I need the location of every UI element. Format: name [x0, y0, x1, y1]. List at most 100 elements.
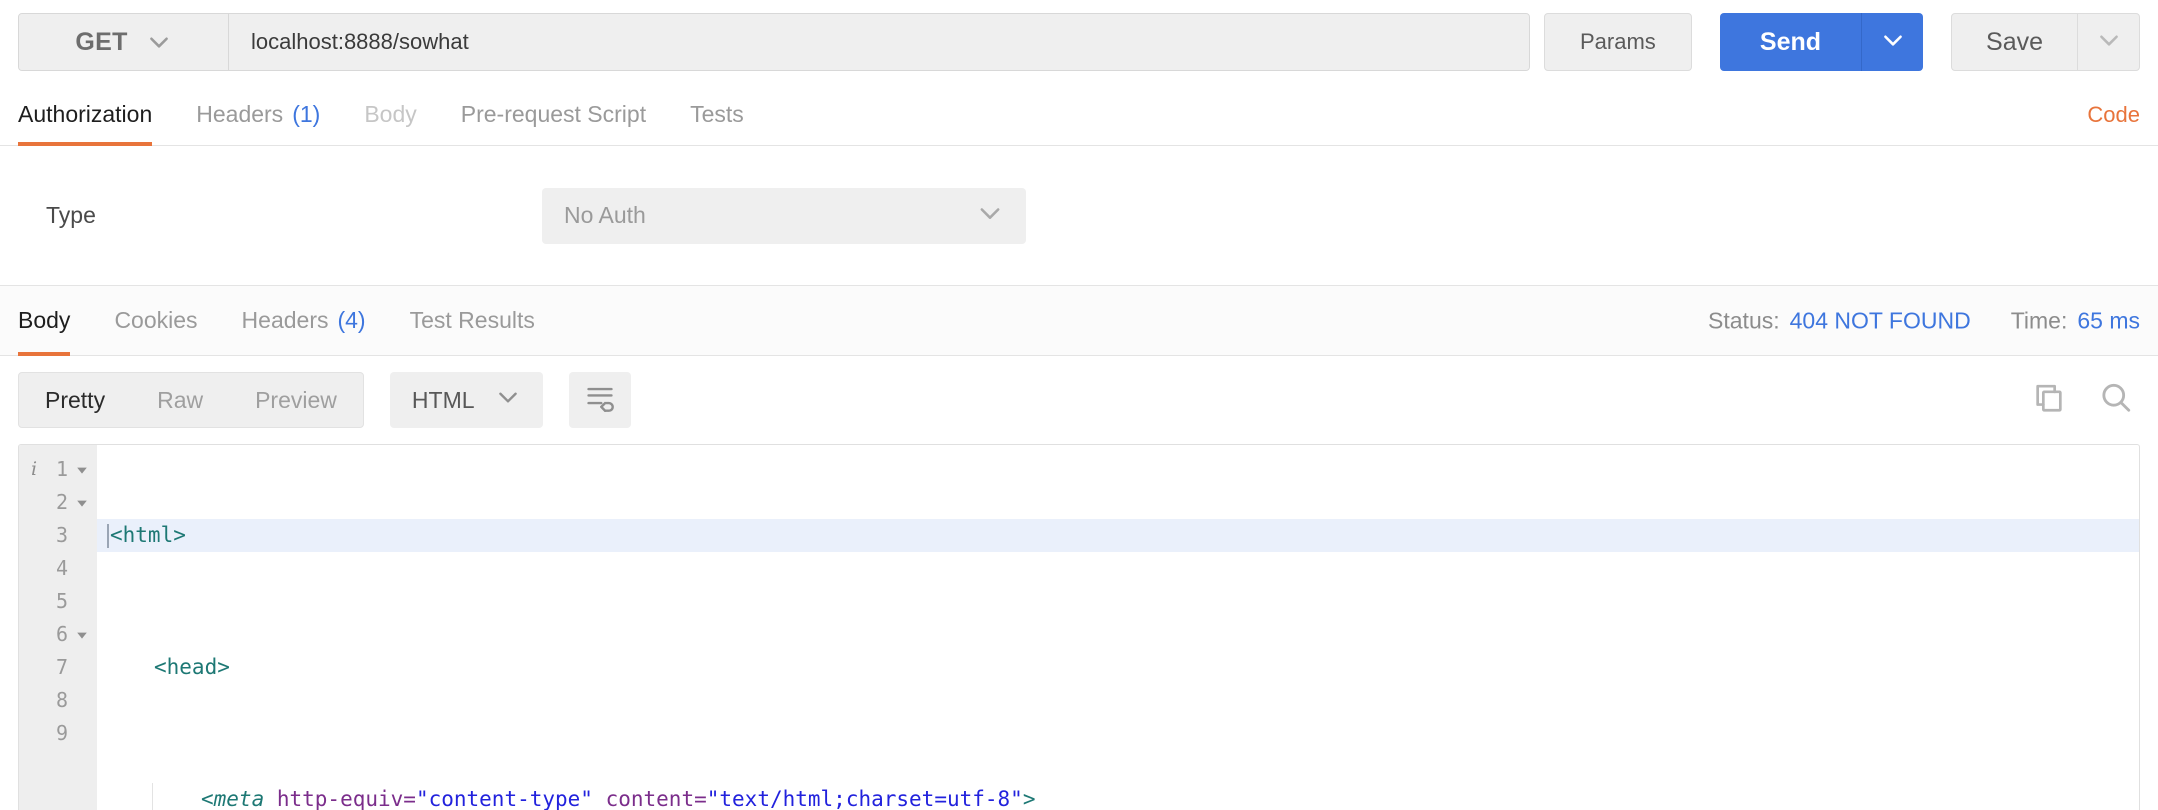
line-number: 5 [56, 585, 68, 618]
line-number: 7 [56, 651, 68, 684]
code-line[interactable]: <head> [97, 651, 2139, 684]
save-options-dropdown[interactable] [2077, 14, 2139, 70]
gutter-line: 3 [19, 519, 97, 552]
info-marker-icon[interactable]: i [19, 453, 37, 486]
gutter-line: 9 [19, 717, 97, 750]
view-mode-pretty[interactable]: Pretty [19, 373, 131, 427]
search-response-button[interactable] [2098, 380, 2134, 421]
status-label: Status: [1708, 307, 1780, 333]
search-icon [2098, 380, 2134, 421]
method-and-url-group: GET localhost:8888/sowhat [18, 13, 1530, 71]
request-url-input[interactable]: localhost:8888/sowhat [229, 14, 1529, 70]
tab-tests-label: Tests [690, 101, 744, 128]
view-mode-raw[interactable]: Raw [131, 373, 229, 427]
time-badge: Time: 65 ms [2011, 307, 2140, 334]
fold-toggle-icon[interactable] [75, 497, 89, 509]
line-number: 6 [56, 618, 68, 651]
response-meta: Status: 404 NOT FOUND Time: 65 ms [1708, 307, 2140, 334]
view-mode-segmented-control: Pretty Raw Preview [18, 372, 364, 428]
gutter-line: i 1 [19, 453, 97, 486]
code-token-tag: <meta [201, 783, 264, 810]
editor-gutter: i 1 2 3 4 5 6 [19, 445, 97, 810]
tab-authorization-label: Authorization [18, 101, 152, 128]
gutter-line: 2 [19, 486, 97, 519]
send-button[interactable]: Send [1720, 13, 1861, 71]
line-number: 3 [56, 519, 68, 552]
word-wrap-toggle[interactable] [569, 372, 631, 428]
tab-headers-request[interactable]: Headers (1) [174, 84, 342, 145]
chevron-down-icon [495, 384, 521, 416]
editor-code-area[interactable]: <html> <head> <meta http-equiv="content-… [97, 445, 2139, 810]
gutter-line: 5 [19, 585, 97, 618]
tab-headers-request-count: (1) [292, 101, 320, 128]
tab-pre-request-script-label: Pre-request Script [461, 101, 646, 128]
tab-headers-response-count: (4) [337, 307, 365, 334]
code-line[interactable]: <meta http-equiv="content-type" content=… [97, 783, 2139, 810]
gutter-line: 4 [19, 552, 97, 585]
code-token-tag: <html> [110, 519, 186, 552]
response-language-label: HTML [412, 387, 475, 414]
tab-body-response[interactable]: Body [18, 286, 92, 355]
chevron-down-icon [1880, 27, 1906, 58]
line-number: 4 [56, 552, 68, 585]
auth-type-value: No Auth [564, 202, 646, 229]
auth-type-label: Type [18, 202, 542, 229]
auth-type-dropdown[interactable]: No Auth [542, 188, 1026, 244]
authorization-panel: Type No Auth [0, 146, 2158, 286]
chevron-down-icon [976, 199, 1004, 233]
time-value: 65 ms [2077, 307, 2140, 333]
code-link[interactable]: Code [2087, 102, 2140, 128]
request-url-bar: GET localhost:8888/sowhat Params Send Sa… [0, 0, 2158, 84]
tab-test-results[interactable]: Test Results [388, 286, 557, 355]
copy-response-button[interactable] [2032, 381, 2066, 420]
line-number: 2 [56, 486, 68, 519]
status-badge: Status: 404 NOT FOUND [1708, 307, 1971, 334]
copy-icon [2032, 381, 2066, 420]
http-method-label: GET [75, 28, 127, 57]
tab-body-request-label: Body [364, 101, 416, 128]
tab-body-response-label: Body [18, 307, 70, 334]
tab-test-results-label: Test Results [410, 307, 535, 334]
response-body-editor[interactable]: i 1 2 3 4 5 6 [18, 444, 2140, 810]
line-number: 9 [56, 717, 68, 750]
code-token-tag: > [1023, 783, 1036, 810]
chevron-down-icon [146, 29, 172, 55]
code-token-value: "text/html;charset=utf-8" [707, 783, 1023, 810]
tab-headers-response-label: Headers [242, 307, 329, 334]
tab-headers-response[interactable]: Headers (4) [220, 286, 388, 355]
response-actions [2032, 380, 2134, 421]
tab-tests[interactable]: Tests [668, 84, 766, 145]
time-label: Time: [2011, 307, 2068, 333]
chevron-down-icon [2096, 27, 2122, 58]
postman-request-response-view: GET localhost:8888/sowhat Params Send Sa… [0, 0, 2158, 810]
gutter-line: 6 [19, 618, 97, 651]
response-language-dropdown[interactable]: HTML [390, 372, 543, 428]
text-cursor [107, 524, 109, 548]
params-button[interactable]: Params [1544, 13, 1692, 71]
response-tabs: Body Cookies Headers (4) Test Results St… [0, 286, 2158, 356]
send-button-group: Send [1720, 13, 1923, 71]
tab-cookies-label: Cookies [114, 307, 197, 334]
word-wrap-icon [584, 384, 616, 417]
send-options-dropdown[interactable] [1861, 13, 1923, 71]
save-button[interactable]: Save [1952, 14, 2077, 70]
http-method-dropdown[interactable]: GET [19, 14, 229, 70]
response-view-toolbar: Pretty Raw Preview HTML [0, 356, 2158, 444]
line-number: 8 [56, 684, 68, 717]
code-line[interactable]: <html> [97, 519, 2139, 552]
status-value: 404 NOT FOUND [1790, 307, 1971, 333]
tab-pre-request-script[interactable]: Pre-request Script [439, 84, 668, 145]
tab-body-request[interactable]: Body [342, 84, 438, 145]
tab-authorization[interactable]: Authorization [18, 84, 174, 145]
save-button-group: Save [1951, 13, 2140, 71]
fold-toggle-icon[interactable] [75, 464, 89, 476]
request-tabs-list: Authorization Headers (1) Body Pre-reque… [18, 84, 766, 145]
response-tabs-list: Body Cookies Headers (4) Test Results [18, 286, 557, 355]
fold-toggle-icon[interactable] [75, 629, 89, 641]
code-token-tag: <head> [154, 651, 230, 684]
tab-cookies[interactable]: Cookies [92, 286, 219, 355]
view-mode-preview[interactable]: Preview [229, 373, 363, 427]
gutter-line: 8 [19, 684, 97, 717]
code-token-attr: content= [593, 783, 707, 810]
gutter-line: 7 [19, 651, 97, 684]
